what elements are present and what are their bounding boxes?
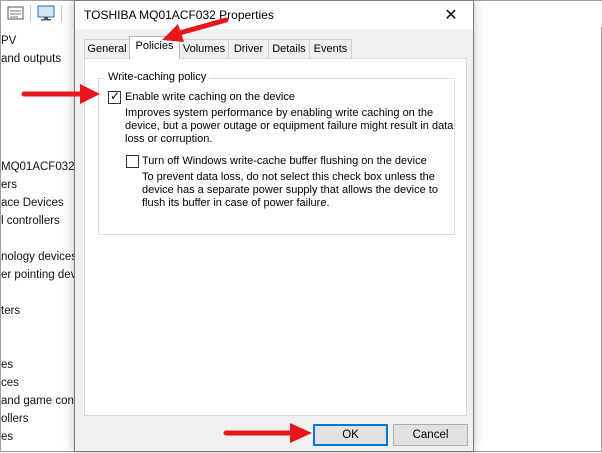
enable-write-caching-checkbox[interactable]: ✓: [108, 89, 121, 104]
monitor-icon[interactable]: [37, 5, 55, 21]
tree-item[interactable]: MQ01ACF032: [1, 161, 75, 173]
description-line: device, but a power outage or equipment …: [125, 120, 454, 132]
toolbar-separator: [30, 5, 31, 22]
checkmark-icon: ✓: [110, 89, 121, 103]
arrow-to-policies-tab-icon: [162, 17, 229, 42]
tree-item[interactable]: l controllers: [1, 215, 60, 227]
tree-item[interactable]: es: [1, 431, 13, 443]
description-line: loss or corruption.: [125, 133, 213, 145]
turn-off-buffer-flushing-checkbox[interactable]: [126, 155, 139, 168]
tree-item[interactable]: ters: [1, 305, 20, 317]
arrow-to-ok-button-icon: [223, 423, 312, 443]
tab-general[interactable]: General: [84, 39, 130, 58]
enable-write-caching-label[interactable]: Enable write caching on the device: [125, 91, 295, 103]
enable-write-caching-description: Improves system performance by enabling …: [125, 107, 453, 146]
arrow-to-checkbox-icon: [21, 84, 100, 104]
tab-details[interactable]: Details: [268, 39, 310, 58]
tab-driver[interactable]: Driver: [228, 39, 269, 58]
description-line: flush its buffer in case of power failur…: [142, 197, 330, 209]
tree-item[interactable]: ers: [1, 179, 17, 191]
description-line: To prevent data loss, do not select this…: [142, 171, 435, 183]
ok-button[interactable]: OK: [313, 424, 388, 446]
tab-events[interactable]: Events: [309, 39, 352, 58]
tree-item[interactable]: PV: [1, 35, 16, 47]
toolbar-separator: [61, 5, 62, 22]
properties-icon[interactable]: [7, 5, 25, 21]
group-title: Write-caching policy: [105, 71, 210, 83]
tree-item[interactable]: and outputs: [1, 53, 61, 65]
turn-off-buffer-flushing-label[interactable]: Turn off Windows write-cache buffer flus…: [142, 155, 427, 167]
tree-item[interactable]: er pointing dev: [1, 269, 76, 281]
tree-item[interactable]: ces: [1, 377, 19, 389]
turn-off-buffer-flushing-description: To prevent data loss, do not select this…: [142, 171, 438, 210]
title-bar[interactable]: TOSHIBA MQ01ACF032 Properties ✕: [75, 1, 473, 29]
policies-panel: Write-caching policy ✓ Enable write cach…: [84, 58, 467, 416]
description-line: Improves system performance by enabling …: [125, 107, 434, 119]
tree-item[interactable]: ace Devices: [1, 197, 64, 209]
description-line: device has a separate power supply that …: [142, 184, 438, 196]
tree-item[interactable]: and game con: [1, 395, 74, 407]
tree-item[interactable]: es: [1, 359, 13, 371]
write-caching-policy-group: Write-caching policy ✓ Enable write cach…: [98, 71, 455, 235]
properties-dialog: TOSHIBA MQ01ACF032 Properties ✕ General …: [74, 0, 474, 452]
cancel-button[interactable]: Cancel: [393, 424, 468, 446]
tree-item[interactable]: nology devices: [1, 251, 77, 263]
tree-item[interactable]: ollers: [1, 413, 28, 425]
close-icon[interactable]: ✕: [429, 1, 473, 29]
